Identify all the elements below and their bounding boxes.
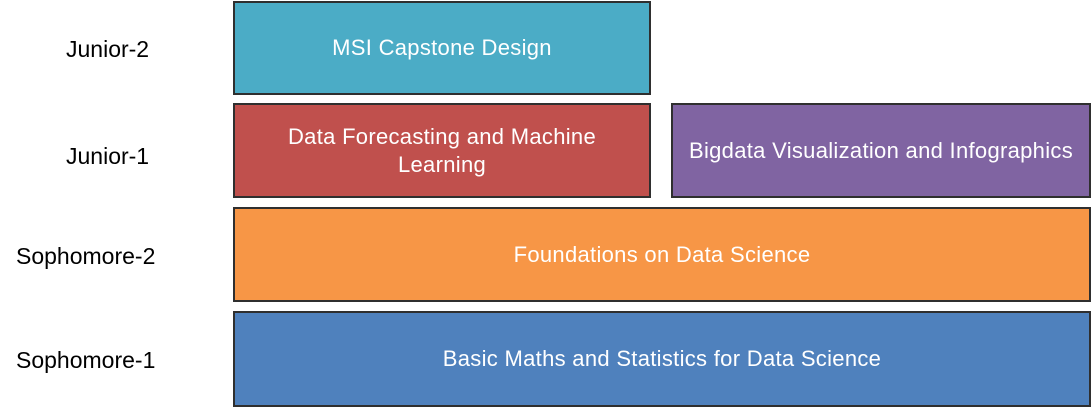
course-box-bigdata-visualization: Bigdata Visualization and Infographics (671, 103, 1091, 198)
level-label-sophomore-2: Sophomore-2 (16, 243, 156, 269)
course-box-basic-maths-statistics: Basic Maths and Statistics for Data Scie… (233, 311, 1091, 407)
course-box-foundations-data-science: Foundations on Data Science (233, 207, 1091, 302)
course-box-msi-capstone-design: MSI Capstone Design (233, 1, 651, 95)
level-label-sophomore-1: Sophomore-1 (16, 347, 156, 373)
course-title: Foundations on Data Science (513, 241, 811, 267)
course-title: Basic Maths and Statistics for Data Scie… (442, 346, 882, 371)
course-title: MSI Capstone Design (332, 35, 552, 60)
level-label-junior-2: Junior-2 (66, 36, 150, 62)
course-title: Data Forecasting and Machine Learning (287, 123, 596, 177)
level-label-junior-1: Junior-1 (66, 143, 150, 169)
course-title: Bigdata Visualization and Infographics (688, 137, 1074, 163)
course-box-data-forecasting: Data Forecasting and Machine Learning (233, 103, 651, 198)
